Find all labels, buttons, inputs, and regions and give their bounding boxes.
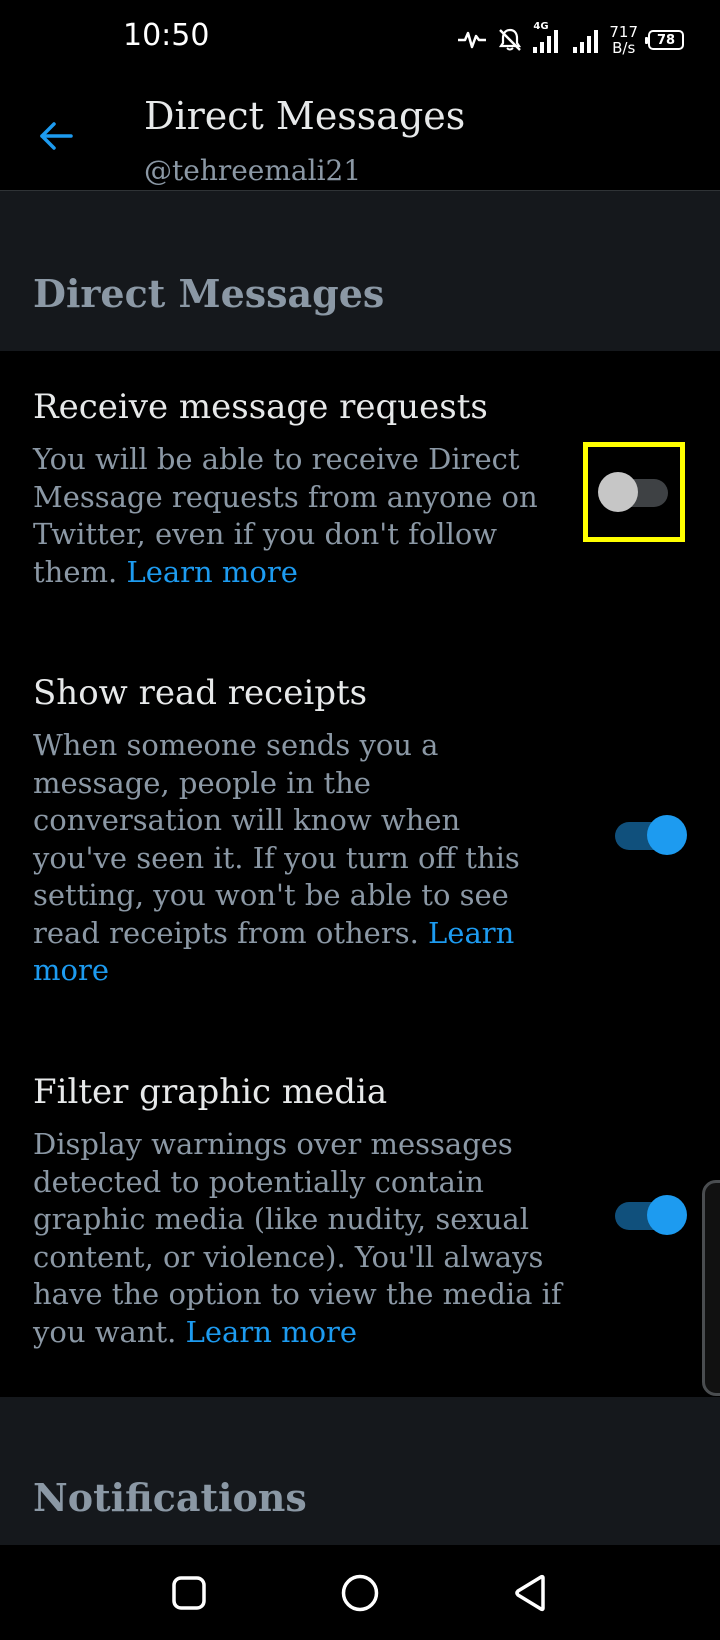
account-handle: @tehreemali21 — [144, 154, 362, 187]
nav-back-button[interactable] — [505, 1567, 557, 1619]
signal-icon — [573, 27, 599, 53]
square-recents-icon — [172, 1576, 206, 1610]
circle-home-icon — [341, 1574, 379, 1612]
arrow-left-icon — [40, 122, 73, 150]
activity-icon — [457, 28, 487, 52]
bell-off-icon — [497, 27, 523, 53]
setting-description: You will be able to receive Direct Messa… — [33, 441, 563, 591]
network-speed-value: 717 — [609, 23, 638, 41]
setting-title: Receive message requests — [33, 387, 488, 427]
setting-filter-graphic-media: Filter graphic media Display warnings ov… — [0, 1072, 720, 1372]
section-header-notifications: Notifications — [0, 1397, 720, 1545]
battery-level: 78 — [656, 32, 676, 48]
network-type-label: 4G — [533, 21, 549, 32]
setting-title: Filter graphic media — [33, 1072, 388, 1112]
status-icons: 4G 717 B/s 78 — [457, 20, 684, 60]
network-speed-unit: B/s — [612, 39, 636, 57]
toggle-knob — [647, 815, 687, 855]
home-button[interactable] — [334, 1567, 386, 1619]
toggle-knob — [647, 1195, 687, 1235]
read-receipts-toggle[interactable] — [615, 815, 687, 855]
recents-button[interactable] — [163, 1567, 215, 1619]
app-header: Direct Messages @tehreemali21 — [0, 80, 720, 191]
highlight-box — [583, 442, 685, 542]
status-bar: 10:50 4G 717 B/s 78 — [0, 0, 720, 80]
section-header-direct-messages: Direct Messages — [0, 191, 720, 351]
back-button[interactable] — [30, 110, 82, 162]
status-time: 10:50 — [123, 18, 210, 53]
setting-description: When someone sends you a message, people… — [33, 727, 533, 990]
learn-more-link[interactable]: Learn more — [186, 1315, 357, 1349]
section-title: Notifications — [33, 1475, 307, 1520]
network-speed: 717 B/s — [609, 24, 638, 56]
setting-title: Show read receipts — [33, 673, 368, 713]
system-nav-bar — [0, 1545, 720, 1640]
scrollbar-handle[interactable] — [702, 1180, 720, 1396]
filter-media-toggle[interactable] — [615, 1195, 687, 1235]
signal-4g-icon: 4G — [533, 21, 563, 53]
section-title: Direct Messages — [33, 271, 385, 316]
setting-description: Display warnings over messages detected … — [33, 1126, 573, 1351]
page-title: Direct Messages — [144, 94, 466, 138]
setting-show-read-receipts: Show read receipts When someone sends yo… — [0, 673, 720, 1003]
battery-icon: 78 — [645, 30, 684, 50]
learn-more-link[interactable]: Learn more — [126, 555, 297, 589]
triangle-back-icon — [515, 1574, 545, 1612]
